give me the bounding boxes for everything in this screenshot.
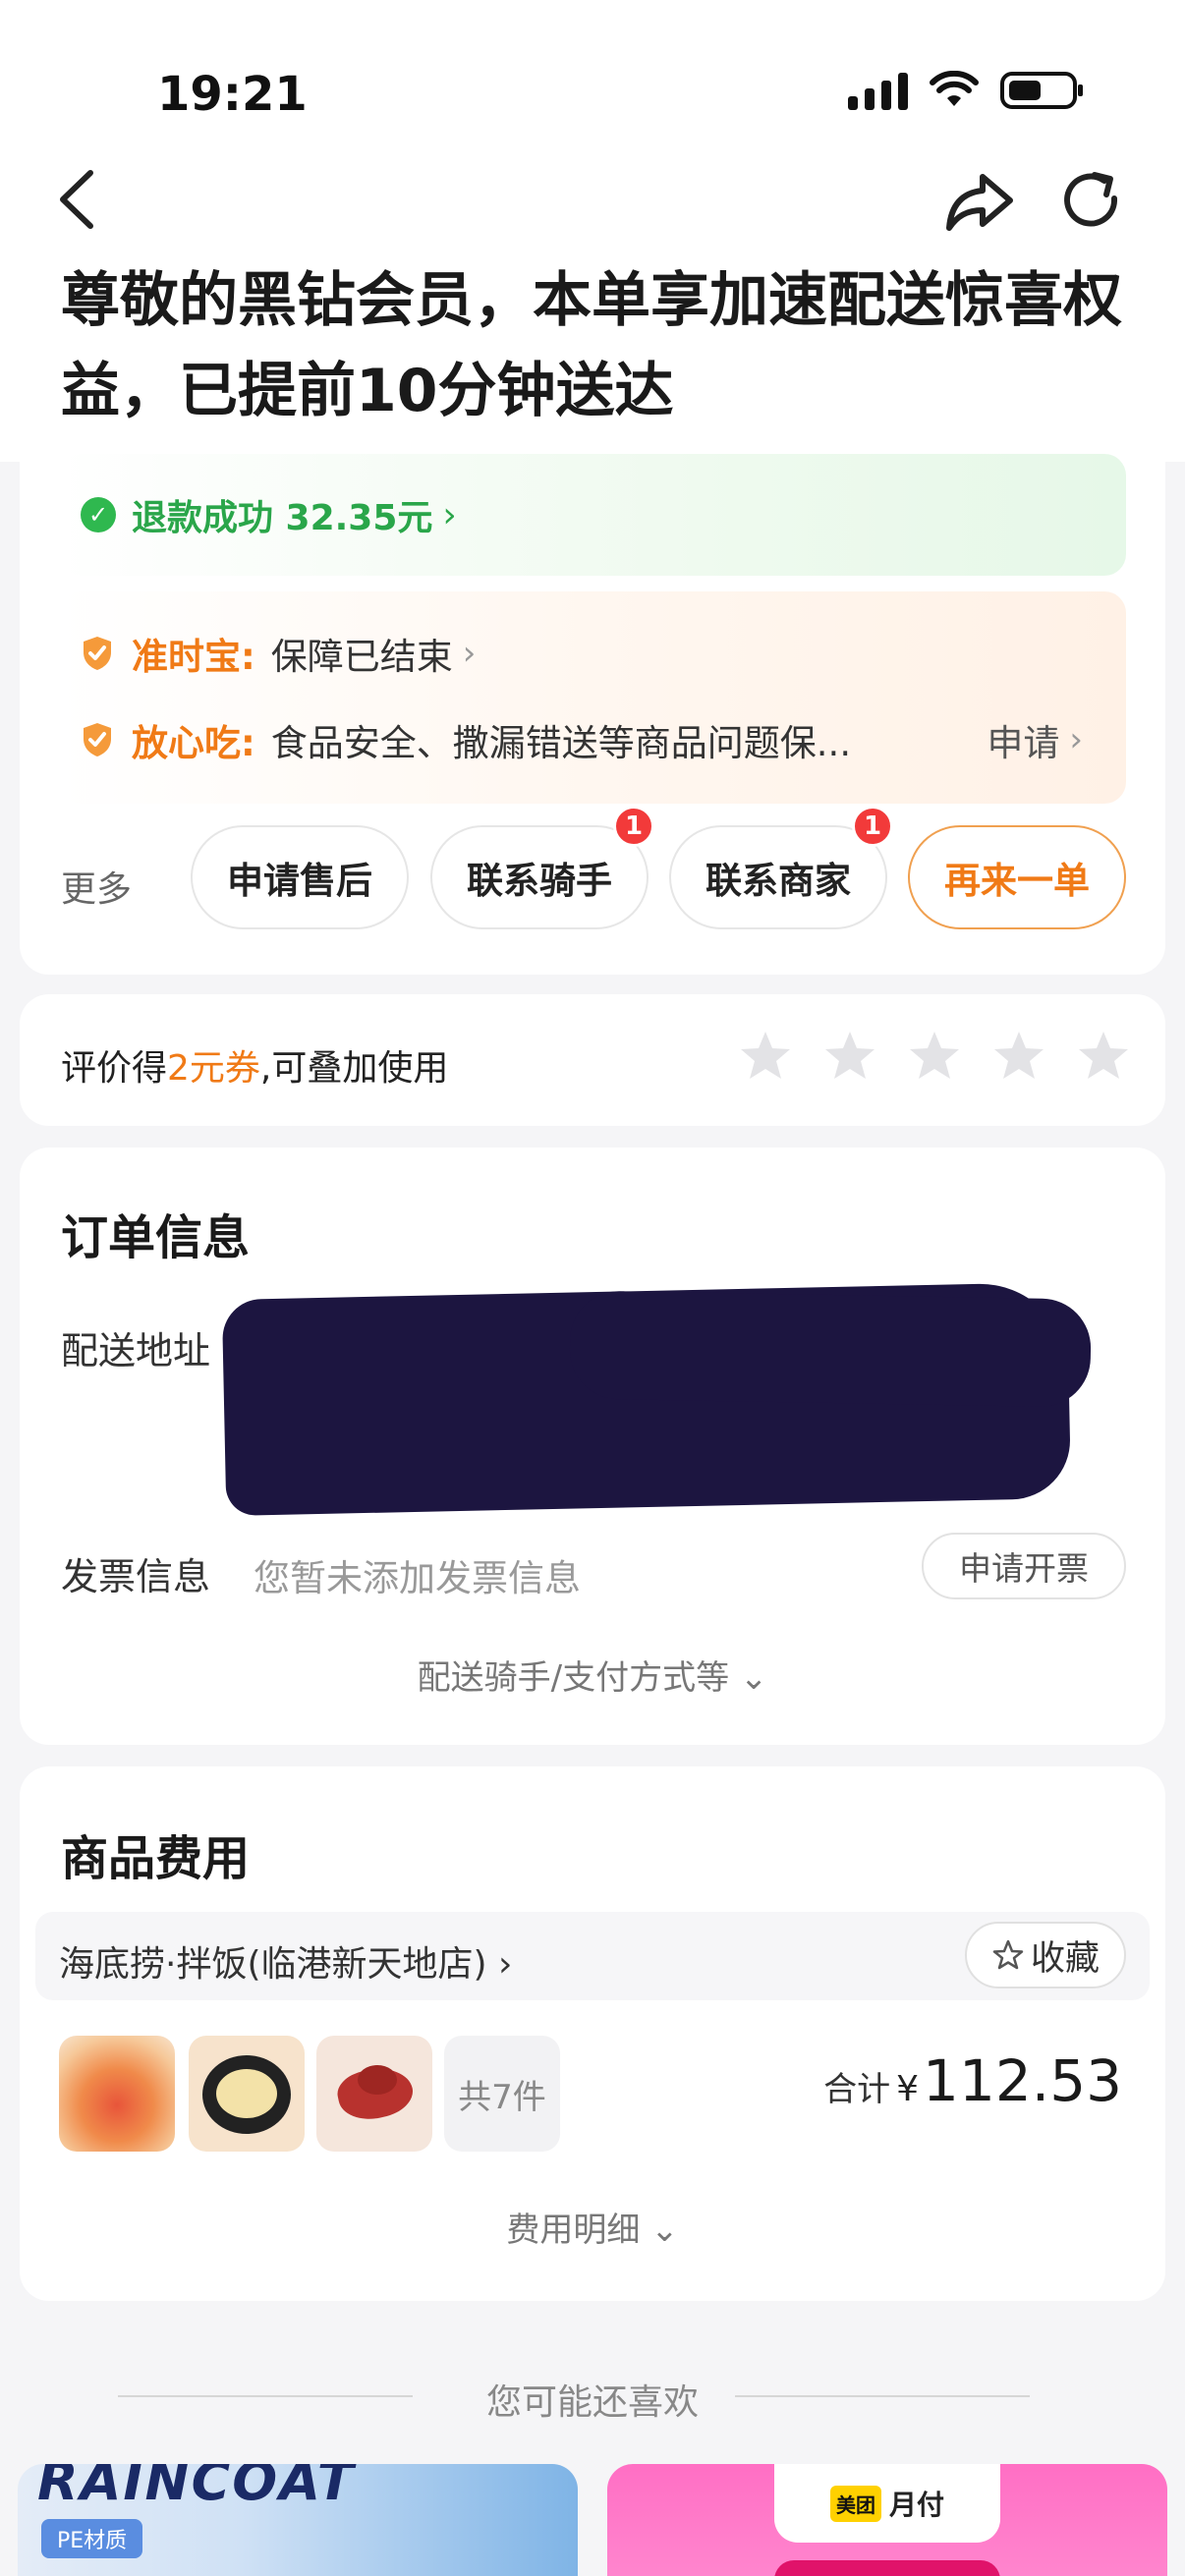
total-label: 合计	[823, 2070, 891, 2109]
after-sales-button[interactable]: 申请售后	[191, 825, 409, 929]
star-icon[interactable]	[990, 1028, 1047, 1085]
order-info-title: 订单信息	[61, 1210, 251, 1265]
contact-rider-button[interactable]: 联系骑手 1	[430, 806, 654, 929]
status-icons	[848, 71, 1083, 110]
delivery-headline: 尊敬的黑钻会员，本单享加速配送惊喜权益，已提前10分钟送达	[61, 266, 1122, 425]
recommend-card[interactable]: RAINCOAT PE材质	[18, 2464, 578, 2576]
guarantee-apply-link[interactable]: 申请 ›	[987, 713, 1083, 766]
chevron-right-icon: ›	[1069, 720, 1083, 759]
rating-prefix: 评价得	[61, 1048, 168, 1089]
refresh-icon[interactable]	[1057, 167, 1126, 236]
wifi-icon	[930, 71, 979, 106]
button-label: 再来一单	[944, 860, 1090, 902]
shop-bar: 海底捞·拌饭(临港新天地店) › 收藏	[35, 1912, 1150, 2000]
expand-order-details-link[interactable]: 配送骑手/支付方式等 ⌄	[20, 1651, 1165, 1699]
star-outline-icon	[992, 1939, 1024, 1970]
rating-card: 评价得2元券,可叠加使用	[20, 994, 1165, 1126]
shield-check-icon	[84, 723, 111, 756]
product-thumbnail[interactable]	[59, 2036, 175, 2152]
chevron-right-icon: ›	[462, 634, 477, 673]
total-amount: 112.53	[923, 2047, 1122, 2114]
rating-stars	[737, 1028, 1132, 1085]
guarantee-ontime-row[interactable]: 准时宝: 保障已结束 ›	[81, 627, 476, 680]
order-total: 合计 ¥ 112.53	[823, 2047, 1122, 2114]
invoice-label: 发票信息	[61, 1555, 211, 1598]
order-status-card: ✓ 退款成功 32.35元 › 准时宝: 保障已结束 › 放心吃: 食品安全、撒…	[20, 432, 1165, 975]
shop-name-link[interactable]: 海底捞·拌饭(临港新天地店) ›	[59, 1935, 512, 1987]
meituan-pay-badge: 美团 月付	[774, 2464, 1000, 2543]
button-label: 联系商家	[705, 860, 851, 902]
monthly-pay-label: 月付	[888, 2489, 944, 2521]
guarantee-value: 食品安全、撒漏错送等商品问题保...	[270, 722, 852, 764]
goods-cost-card: 商品费用 海底捞·拌饭(临港新天地店) › 收藏 共7件 合计 ¥ 112.53…	[20, 1766, 1165, 2301]
status-time: 19:21	[157, 67, 308, 122]
product-thumbnail[interactable]	[189, 2036, 305, 2152]
refund-status-row[interactable]: ✓ 退款成功 32.35元 ›	[59, 454, 1126, 576]
unread-badge: 1	[613, 806, 654, 847]
battery-icon	[1000, 72, 1083, 109]
item-count[interactable]: 共7件	[444, 2036, 560, 2152]
star-icon[interactable]	[737, 1028, 794, 1085]
recommend-card[interactable]: 美团 月付	[607, 2464, 1167, 2576]
recommend-title: 您可能还喜欢	[485, 2382, 699, 2423]
contact-merchant-button[interactable]: 联系商家 1	[669, 806, 893, 929]
star-icon[interactable]	[1075, 1028, 1132, 1085]
favorite-label: 收藏	[1030, 1938, 1100, 1979]
order-info-card: 订单信息 配送地址 发票信息 您暂未添加发票信息 申请开票 配送骑手/支付方式等…	[20, 1148, 1165, 1745]
promo-banner	[774, 2560, 1000, 2576]
back-icon[interactable]	[49, 165, 108, 234]
goods-title: 商品费用	[61, 1831, 251, 1886]
request-invoice-button[interactable]: 申请开票	[922, 1533, 1126, 1599]
more-button[interactable]: 更多	[61, 861, 132, 912]
guarantee-box: 准时宝: 保障已结束 › 放心吃: 食品安全、撒漏错送等商品问题保... 申请 …	[59, 591, 1126, 804]
button-label: 申请售后	[227, 860, 372, 902]
shield-check-icon	[84, 637, 111, 670]
star-icon[interactable]	[906, 1028, 963, 1085]
redaction-mark	[569, 1290, 1092, 1408]
product-thumbnail[interactable]	[316, 2036, 432, 2152]
reorder-button[interactable]: 再来一单	[908, 825, 1126, 929]
invoice-hint: 您暂未添加发票信息	[254, 1557, 581, 1599]
share-icon[interactable]	[943, 165, 1016, 238]
rating-suffix: ,可叠加使用	[259, 1048, 449, 1089]
guarantee-label: 准时宝:	[132, 636, 255, 678]
meituan-logo: 美团	[829, 2485, 881, 2522]
card-tag: PE材质	[41, 2519, 143, 2558]
refund-text: 退款成功 32.35元	[132, 498, 433, 538]
guarantee-label: 放心吃:	[132, 722, 255, 764]
guarantee-value: 保障已结束	[270, 636, 453, 678]
star-icon[interactable]	[821, 1028, 878, 1085]
card-brand: RAINCOAT	[37, 2464, 356, 2512]
guarantee-food-safety-row[interactable]: 放心吃: 食品安全、撒漏错送等商品问题保... 申请 ›	[81, 713, 1102, 766]
rating-coupon-highlight: 2元券	[167, 1048, 260, 1089]
fee-details-link[interactable]: 费用明细 ⌄	[20, 2203, 1165, 2251]
apply-label: 申请	[987, 722, 1060, 764]
rating-promo-text: 评价得2元券,可叠加使用	[61, 1039, 448, 1091]
unread-badge: 1	[852, 806, 893, 847]
button-label: 联系骑手	[467, 860, 612, 902]
check-icon: ✓	[81, 497, 116, 532]
address-label: 配送地址	[61, 1329, 211, 1372]
currency-symbol: ¥	[896, 2069, 920, 2109]
action-bar: 更多 申请售后 联系骑手 1 联系商家 1 再来一单	[20, 806, 1165, 933]
signal-icon	[848, 71, 908, 110]
chevron-right-icon: ›	[442, 494, 457, 535]
favorite-button[interactable]: 收藏	[965, 1922, 1126, 1988]
